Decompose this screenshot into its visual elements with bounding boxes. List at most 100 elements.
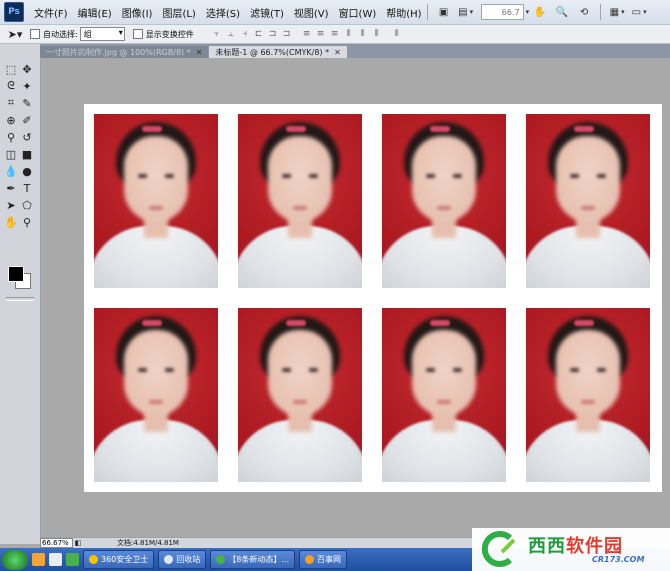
eyedropper-tool-icon[interactable]: ✎ xyxy=(20,96,34,110)
photo-hair-clip xyxy=(286,126,306,132)
close-icon[interactable]: ✕ xyxy=(196,48,203,57)
arrange-view-icon[interactable]: ▤ ▾ xyxy=(457,4,475,20)
auto-select-dropdown[interactable]: 组 xyxy=(79,27,125,41)
taskbar-item-pcpop[interactable]: 百事网 xyxy=(299,550,347,569)
distribute-bottom-icon[interactable]: ≡ xyxy=(330,29,340,39)
arrange-documents-icon[interactable]: ▦ ▾ xyxy=(608,4,626,20)
document-size-info: 文档:4.81M/4.81M xyxy=(117,539,179,547)
photo-eye xyxy=(453,174,462,178)
taskbar-item-label: 回收站 xyxy=(176,555,201,564)
move-tool-icon[interactable]: ✥ xyxy=(20,62,34,76)
gradient-tool-icon[interactable]: ■ xyxy=(20,147,34,161)
shape-tool-icon[interactable]: ⬠ xyxy=(20,198,34,212)
photo-eye xyxy=(426,174,435,178)
hand-tool-icon[interactable]: ✋ xyxy=(4,215,18,229)
crop-tool-icon[interactable]: ⌗ xyxy=(4,96,18,110)
dodge-tool-icon[interactable]: ● xyxy=(20,164,34,178)
taskbar-item-label: 【8条新动态】... xyxy=(228,555,289,564)
close-icon[interactable]: ✕ xyxy=(334,48,341,57)
show-transform-checkbox[interactable] xyxy=(132,29,143,39)
distribute-left-icon[interactable]: ⦀ xyxy=(344,29,354,39)
blur-tool-icon[interactable]: 💧 xyxy=(4,164,18,178)
taskbar-item-recycle-bin[interactable]: 回收站 xyxy=(158,550,207,569)
photo-eye xyxy=(453,368,462,372)
menu-image[interactable]: 图像(I) xyxy=(122,5,153,20)
id-photo xyxy=(382,114,506,288)
menu-view[interactable]: 视图(V) xyxy=(294,5,329,20)
photo-hair-clip xyxy=(142,320,162,326)
align-top-icon[interactable]: ⫟ xyxy=(212,29,222,39)
zoom-level-field[interactable]: 66.7 xyxy=(480,4,524,20)
menubar-separator xyxy=(426,4,428,20)
options-bar: ➤▾ 自动选择: 组 显示变换控件 ⫟ ⫠ ⫞ ⊏ ⊐ ⊐ ≡ ≡ ≡ ⦀ ⦀ … xyxy=(0,25,670,44)
app-360-icon xyxy=(89,555,98,564)
taskbar-item-360[interactable]: 360安全卫士 xyxy=(83,550,155,569)
clone-stamp-tool-icon[interactable]: ⚲ xyxy=(4,130,18,144)
align-right-icon[interactable]: ⊐ xyxy=(282,29,292,39)
menu-layer[interactable]: 图层(L) xyxy=(162,5,195,20)
id-photo xyxy=(526,114,650,288)
align-vcenter-icon[interactable]: ⫠ xyxy=(226,29,236,39)
align-hcenter-icon[interactable]: ⊐ xyxy=(268,29,278,39)
hand-tool-icon[interactable]: ✋ xyxy=(531,4,549,20)
photo-mouth xyxy=(437,206,451,210)
zoom-dropdown-icon[interactable]: ▾ xyxy=(526,8,530,16)
marquee-tool-icon[interactable]: ⬚ xyxy=(4,62,18,76)
menu-select[interactable]: 选择(S) xyxy=(206,5,240,20)
distribute-hcenter-icon[interactable]: ⦀ xyxy=(358,29,368,39)
menu-file[interactable]: 文件(F) xyxy=(34,5,68,20)
zoom-tool-icon[interactable]: 🔍 xyxy=(553,4,571,20)
distribute-vcenter-icon[interactable]: ≡ xyxy=(316,29,326,39)
status-zoom-field[interactable]: 66.67% xyxy=(40,538,73,548)
align-bottom-icon[interactable]: ⫞ xyxy=(240,29,250,39)
history-brush-tool-icon[interactable]: ↺ xyxy=(20,130,34,144)
foreground-color-swatch[interactable] xyxy=(8,266,24,282)
quicklaunch-desktop-icon[interactable] xyxy=(49,553,62,566)
eraser-tool-icon[interactable]: ◫ xyxy=(4,147,18,161)
menu-help[interactable]: 帮助(H) xyxy=(386,5,421,20)
bridge-icon[interactable]: ▣ xyxy=(435,4,453,20)
menu-bar: Ps 文件(F) 编辑(E) 图像(I) 图层(L) 选择(S) 滤镜(T) 视… xyxy=(0,0,670,25)
photo-eye xyxy=(138,368,147,372)
healing-brush-tool-icon[interactable]: ⊕ xyxy=(4,113,18,127)
quicklaunch-ie-icon[interactable] xyxy=(32,553,45,566)
photo-mouth xyxy=(293,206,307,210)
auto-align-icon[interactable]: ⫴ xyxy=(392,29,402,39)
auto-select-checkbox[interactable] xyxy=(30,29,40,39)
photo-mouth xyxy=(293,400,307,404)
start-button-icon[interactable] xyxy=(2,549,28,570)
tab-document-2[interactable]: 未标题-1 @ 66.7%(CMYK/8) * ✕ xyxy=(209,46,347,58)
photo-eye xyxy=(426,368,435,372)
rotate-view-icon[interactable]: ⟲ xyxy=(575,4,593,20)
lasso-tool-icon[interactable]: ᘓ xyxy=(4,79,18,93)
menu-edit[interactable]: 编辑(E) xyxy=(78,5,112,20)
photo-hair-clip xyxy=(430,126,450,132)
distribute-right-icon[interactable]: ⦀ xyxy=(372,29,382,39)
magic-wand-tool-icon[interactable]: ✦ xyxy=(20,79,34,93)
photoshop-logo-icon: Ps xyxy=(4,2,24,22)
distribute-top-icon[interactable]: ≡ xyxy=(302,29,312,39)
type-tool-icon[interactable]: T xyxy=(20,181,34,195)
align-left-icon[interactable]: ⊏ xyxy=(254,29,264,39)
quicklaunch-app-icon[interactable] xyxy=(66,553,79,566)
menu-window[interactable]: 窗口(W) xyxy=(339,5,377,20)
show-transform-label: 显示变换控件 xyxy=(145,29,194,39)
toolbox-separator xyxy=(6,297,34,301)
photo-eye xyxy=(138,174,147,178)
auto-select-value: 组 xyxy=(83,29,92,39)
zoom-tool-icon[interactable]: ⚲ xyxy=(20,215,34,229)
photo-eye xyxy=(570,174,579,178)
menu-filter[interactable]: 滤镜(T) xyxy=(250,5,284,20)
brush-tool-icon[interactable]: ✐ xyxy=(20,113,34,127)
screen-mode-icon[interactable]: ▭ ▾ xyxy=(630,4,648,20)
id-photo xyxy=(526,308,650,482)
photo-eye xyxy=(165,368,174,372)
path-selection-tool-icon[interactable]: ➤ xyxy=(4,198,18,212)
taskbar-item-updates[interactable]: 【8条新动态】... xyxy=(210,550,295,569)
menubar-separator xyxy=(600,4,602,20)
move-tool-preset-icon[interactable]: ➤▾ xyxy=(8,27,23,41)
status-menu-icon[interactable]: ◧ xyxy=(73,539,83,547)
pen-tool-icon[interactable]: ✒ xyxy=(4,181,18,195)
tab-document-1[interactable]: 一寸照片的制作.jpg @ 100%(RGB/8) * ✕ xyxy=(40,46,209,58)
document-canvas[interactable] xyxy=(84,104,662,492)
